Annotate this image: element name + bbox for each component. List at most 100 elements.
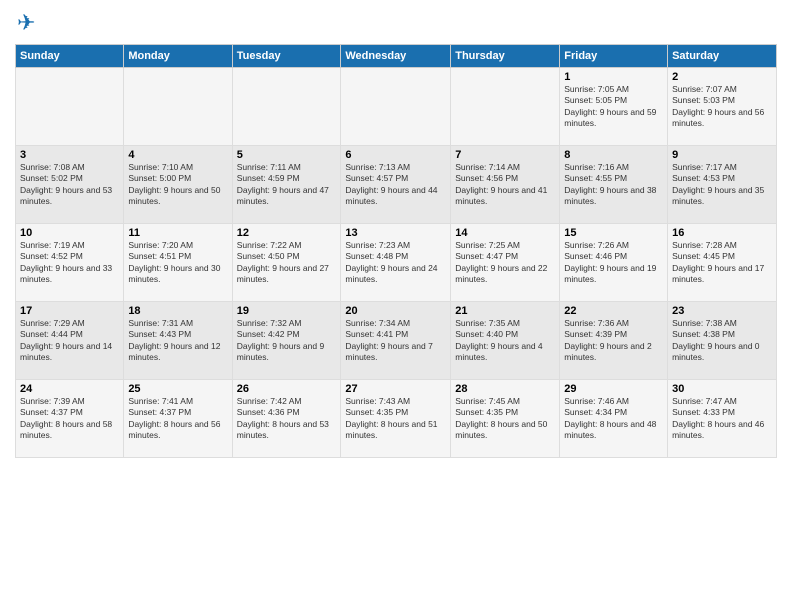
day-number: 26	[237, 383, 337, 395]
day-cell: 21Sunrise: 7:35 AM Sunset: 4:40 PM Dayli…	[451, 302, 560, 380]
day-number: 16	[672, 227, 772, 239]
day-cell: 18Sunrise: 7:31 AM Sunset: 4:43 PM Dayli…	[124, 302, 232, 380]
day-info: Sunrise: 7:07 AM Sunset: 5:03 PM Dayligh…	[672, 84, 772, 130]
day-number: 1	[564, 71, 663, 83]
day-info: Sunrise: 7:11 AM Sunset: 4:59 PM Dayligh…	[237, 162, 337, 208]
day-info: Sunrise: 7:14 AM Sunset: 4:56 PM Dayligh…	[455, 162, 555, 208]
day-info: Sunrise: 7:13 AM Sunset: 4:57 PM Dayligh…	[345, 162, 446, 208]
day-cell: 15Sunrise: 7:26 AM Sunset: 4:46 PM Dayli…	[560, 224, 668, 302]
day-number: 4	[128, 149, 227, 161]
day-info: Sunrise: 7:45 AM Sunset: 4:35 PM Dayligh…	[455, 396, 555, 442]
calendar-table: SundayMondayTuesdayWednesdayThursdayFrid…	[15, 44, 777, 458]
day-number: 8	[564, 149, 663, 161]
logo-bird-icon: ✈	[17, 10, 35, 35]
day-cell: 7Sunrise: 7:14 AM Sunset: 4:56 PM Daylig…	[451, 146, 560, 224]
day-info: Sunrise: 7:16 AM Sunset: 4:55 PM Dayligh…	[564, 162, 663, 208]
day-info: Sunrise: 7:47 AM Sunset: 4:33 PM Dayligh…	[672, 396, 772, 442]
day-cell: 5Sunrise: 7:11 AM Sunset: 4:59 PM Daylig…	[232, 146, 341, 224]
weekday-header-sunday: Sunday	[16, 45, 124, 68]
weekday-header-row: SundayMondayTuesdayWednesdayThursdayFrid…	[16, 45, 777, 68]
day-number: 11	[128, 227, 227, 239]
day-number: 2	[672, 71, 772, 83]
day-info: Sunrise: 7:36 AM Sunset: 4:39 PM Dayligh…	[564, 318, 663, 364]
day-number: 30	[672, 383, 772, 395]
day-info: Sunrise: 7:17 AM Sunset: 4:53 PM Dayligh…	[672, 162, 772, 208]
day-cell: 30Sunrise: 7:47 AM Sunset: 4:33 PM Dayli…	[668, 380, 777, 458]
day-info: Sunrise: 7:05 AM Sunset: 5:05 PM Dayligh…	[564, 84, 663, 130]
week-row-1: 1Sunrise: 7:05 AM Sunset: 5:05 PM Daylig…	[16, 68, 777, 146]
day-number: 6	[345, 149, 446, 161]
day-cell: 29Sunrise: 7:46 AM Sunset: 4:34 PM Dayli…	[560, 380, 668, 458]
day-info: Sunrise: 7:42 AM Sunset: 4:36 PM Dayligh…	[237, 396, 337, 442]
day-cell: 3Sunrise: 7:08 AM Sunset: 5:02 PM Daylig…	[16, 146, 124, 224]
day-number: 28	[455, 383, 555, 395]
day-cell	[451, 68, 560, 146]
day-number: 27	[345, 383, 446, 395]
day-cell: 16Sunrise: 7:28 AM Sunset: 4:45 PM Dayli…	[668, 224, 777, 302]
day-number: 14	[455, 227, 555, 239]
weekday-header-friday: Friday	[560, 45, 668, 68]
day-cell	[16, 68, 124, 146]
day-cell: 22Sunrise: 7:36 AM Sunset: 4:39 PM Dayli…	[560, 302, 668, 380]
day-cell: 19Sunrise: 7:32 AM Sunset: 4:42 PM Dayli…	[232, 302, 341, 380]
day-cell	[232, 68, 341, 146]
day-info: Sunrise: 7:46 AM Sunset: 4:34 PM Dayligh…	[564, 396, 663, 442]
day-number: 20	[345, 305, 446, 317]
day-number: 18	[128, 305, 227, 317]
day-info: Sunrise: 7:39 AM Sunset: 4:37 PM Dayligh…	[20, 396, 119, 442]
day-info: Sunrise: 7:22 AM Sunset: 4:50 PM Dayligh…	[237, 240, 337, 286]
day-number: 25	[128, 383, 227, 395]
day-info: Sunrise: 7:38 AM Sunset: 4:38 PM Dayligh…	[672, 318, 772, 364]
weekday-header-monday: Monday	[124, 45, 232, 68]
day-cell	[341, 68, 451, 146]
day-number: 22	[564, 305, 663, 317]
day-number: 5	[237, 149, 337, 161]
weekday-header-tuesday: Tuesday	[232, 45, 341, 68]
day-info: Sunrise: 7:34 AM Sunset: 4:41 PM Dayligh…	[345, 318, 446, 364]
day-cell: 26Sunrise: 7:42 AM Sunset: 4:36 PM Dayli…	[232, 380, 341, 458]
day-info: Sunrise: 7:26 AM Sunset: 4:46 PM Dayligh…	[564, 240, 663, 286]
day-cell: 24Sunrise: 7:39 AM Sunset: 4:37 PM Dayli…	[16, 380, 124, 458]
day-number: 19	[237, 305, 337, 317]
day-info: Sunrise: 7:20 AM Sunset: 4:51 PM Dayligh…	[128, 240, 227, 286]
day-cell: 11Sunrise: 7:20 AM Sunset: 4:51 PM Dayli…	[124, 224, 232, 302]
day-number: 7	[455, 149, 555, 161]
day-cell: 25Sunrise: 7:41 AM Sunset: 4:37 PM Dayli…	[124, 380, 232, 458]
header: ✈	[15, 10, 777, 36]
week-row-2: 3Sunrise: 7:08 AM Sunset: 5:02 PM Daylig…	[16, 146, 777, 224]
day-cell: 6Sunrise: 7:13 AM Sunset: 4:57 PM Daylig…	[341, 146, 451, 224]
weekday-header-wednesday: Wednesday	[341, 45, 451, 68]
day-number: 9	[672, 149, 772, 161]
day-cell	[124, 68, 232, 146]
day-cell: 14Sunrise: 7:25 AM Sunset: 4:47 PM Dayli…	[451, 224, 560, 302]
day-number: 23	[672, 305, 772, 317]
day-cell: 20Sunrise: 7:34 AM Sunset: 4:41 PM Dayli…	[341, 302, 451, 380]
day-info: Sunrise: 7:10 AM Sunset: 5:00 PM Dayligh…	[128, 162, 227, 208]
day-number: 15	[564, 227, 663, 239]
day-cell: 10Sunrise: 7:19 AM Sunset: 4:52 PM Dayli…	[16, 224, 124, 302]
day-cell: 4Sunrise: 7:10 AM Sunset: 5:00 PM Daylig…	[124, 146, 232, 224]
day-info: Sunrise: 7:08 AM Sunset: 5:02 PM Dayligh…	[20, 162, 119, 208]
day-number: 12	[237, 227, 337, 239]
day-cell: 28Sunrise: 7:45 AM Sunset: 4:35 PM Dayli…	[451, 380, 560, 458]
day-info: Sunrise: 7:19 AM Sunset: 4:52 PM Dayligh…	[20, 240, 119, 286]
day-info: Sunrise: 7:25 AM Sunset: 4:47 PM Dayligh…	[455, 240, 555, 286]
week-row-4: 17Sunrise: 7:29 AM Sunset: 4:44 PM Dayli…	[16, 302, 777, 380]
day-cell: 23Sunrise: 7:38 AM Sunset: 4:38 PM Dayli…	[668, 302, 777, 380]
day-info: Sunrise: 7:35 AM Sunset: 4:40 PM Dayligh…	[455, 318, 555, 364]
day-number: 3	[20, 149, 119, 161]
day-number: 13	[345, 227, 446, 239]
page: ✈ SundayMondayTuesdayWednesdayThursdayFr…	[0, 0, 792, 612]
logo-block: ✈	[15, 10, 35, 36]
logo: ✈	[15, 10, 35, 36]
day-number: 21	[455, 305, 555, 317]
day-number: 24	[20, 383, 119, 395]
week-row-5: 24Sunrise: 7:39 AM Sunset: 4:37 PM Dayli…	[16, 380, 777, 458]
day-number: 10	[20, 227, 119, 239]
day-cell: 27Sunrise: 7:43 AM Sunset: 4:35 PM Dayli…	[341, 380, 451, 458]
day-info: Sunrise: 7:41 AM Sunset: 4:37 PM Dayligh…	[128, 396, 227, 442]
weekday-header-saturday: Saturday	[668, 45, 777, 68]
week-row-3: 10Sunrise: 7:19 AM Sunset: 4:52 PM Dayli…	[16, 224, 777, 302]
weekday-header-thursday: Thursday	[451, 45, 560, 68]
day-info: Sunrise: 7:29 AM Sunset: 4:44 PM Dayligh…	[20, 318, 119, 364]
